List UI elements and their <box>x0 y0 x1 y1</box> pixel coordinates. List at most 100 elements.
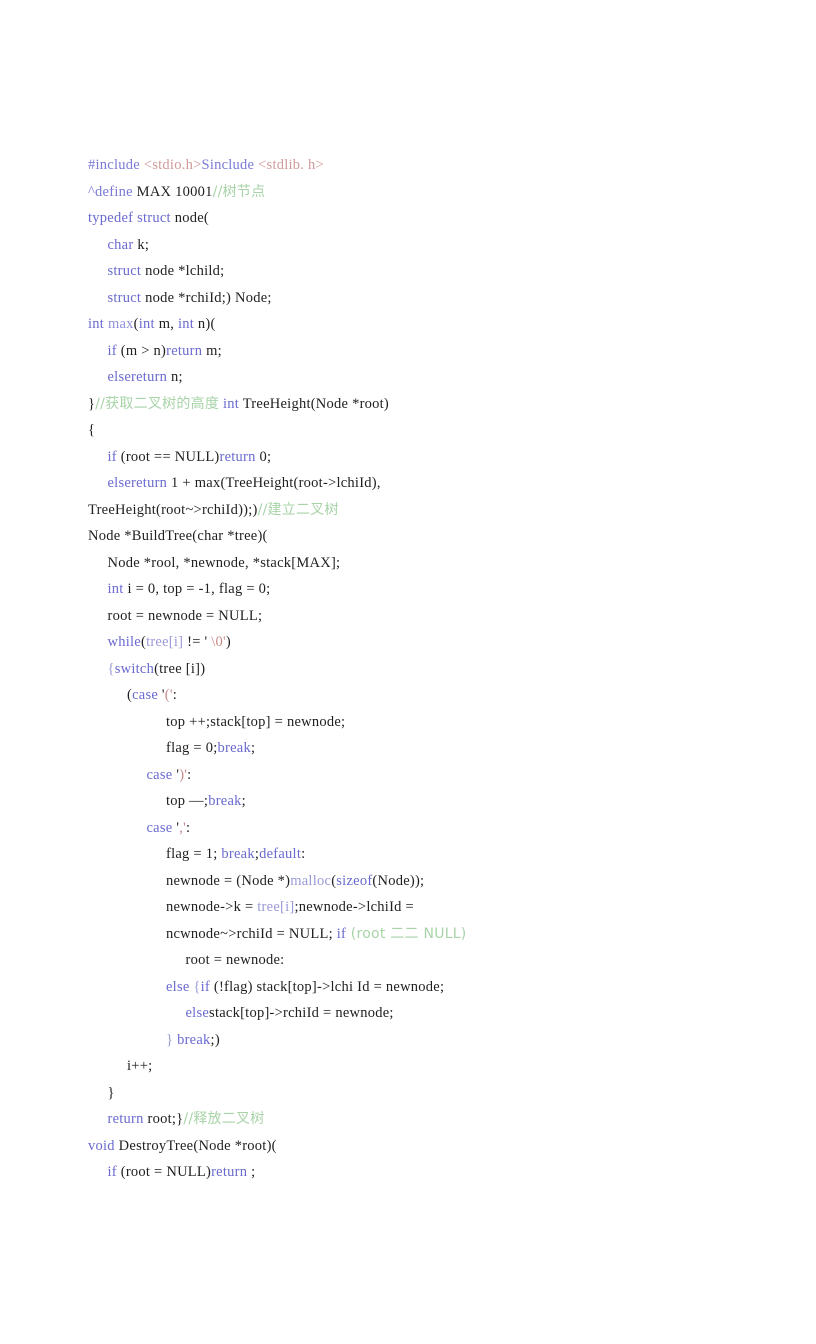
code-token-plain: ; <box>250 740 256 756</box>
code-token-plain: root;} <box>143 1111 184 1127</box>
code-line: { <box>88 417 748 444</box>
code-token-plain: (root 二二 NULL) <box>346 925 467 942</box>
code-token-punct: malloc <box>290 872 332 889</box>
code-token-comment: //建立二叉树 <box>257 501 339 518</box>
code-token-plain: Node *BuildTree(char *tree)( <box>88 528 268 544</box>
code-token-keyword: return <box>166 342 203 359</box>
code-token-keyword: return <box>211 1164 248 1180</box>
code-token-plain: (!flag) stack[top]->lchi Id = newnode; <box>210 978 445 995</box>
code-token-keyword: elsereturn <box>107 475 168 491</box>
code-token-plain: ; <box>241 793 246 809</box>
code-token-plain: newnode->k = <box>166 899 258 915</box>
code-token-keyword: if <box>107 342 117 359</box>
code-token-plain: ;) <box>210 1031 220 1048</box>
code-token-plain: DestroyTree(Node *root)( <box>114 1137 277 1154</box>
code-token-plain: node( <box>170 210 209 226</box>
code-token-plain: node *lchild; <box>141 263 225 279</box>
code-line: elsestack[top]->rchiId = newnode; <box>88 1000 748 1027</box>
code-line: {switch(tree [i]) <box>88 656 748 683</box>
code-token-plain: : <box>172 687 178 703</box>
code-token-plain: newnode = (Node *) <box>166 872 291 889</box>
code-line: } <box>88 1080 748 1107</box>
code-token-plain: m, <box>154 316 178 332</box>
code-token-string: ,' <box>179 819 186 836</box>
code-token-plain: stack[top]->rchiId = newnode; <box>209 1005 394 1021</box>
code-token-keyword: elsereturn <box>107 369 168 385</box>
code-token-plain: MAX 10001 <box>132 183 213 200</box>
code-token-keyword: if <box>336 925 347 942</box>
code-token-plain: 0; <box>255 448 272 465</box>
code-token-keyword: int <box>107 581 124 597</box>
code-line: top —;break; <box>88 788 748 815</box>
code-line: case ')': <box>88 762 748 789</box>
code-line: void DestroyTree(Node *root)( <box>88 1133 748 1160</box>
code-token-plain: TreeHeight(Node *root) <box>239 395 390 412</box>
code-line: top ++;stack[top] = newnode; <box>88 709 748 736</box>
code-token-plain: ' <box>158 687 165 703</box>
code-line: flag = 0;break; <box>88 735 748 762</box>
code-token-plain: } <box>107 1084 115 1101</box>
code-token-plain: flag = 1; <box>166 846 222 862</box>
code-token-punct: tree[i] <box>257 899 295 915</box>
code-token-plain: i = 0, top = -1, flag = 0; <box>123 581 271 597</box>
code-token-punct: } <box>166 1031 178 1048</box>
code-token-keyword: else <box>185 1005 210 1021</box>
code-token-comment: //获取二叉树的高度 <box>95 395 220 412</box>
code-token-plain: flag = 0; <box>166 740 218 756</box>
code-token-plain: (root == NULL) <box>116 448 220 465</box>
code-line: ncwnode~>rchiId = NULL; if (root 二二 NULL… <box>88 921 748 948</box>
code-token-plain: ;newnode->lchiId = <box>294 899 414 915</box>
code-line: int i = 0, top = -1, flag = 0; <box>88 576 748 603</box>
code-token-plain: Node *rool, *newnode, *stack[MAX]; <box>107 554 341 571</box>
code-token-keyword: char <box>107 236 134 253</box>
code-token-plain: (root = NULL) <box>116 1164 212 1180</box>
code-line: elsereturn 1 + max(TreeHeight(root->lchi… <box>88 470 748 497</box>
code-token-keyword: struct <box>137 210 171 226</box>
code-token-keyword: if <box>200 978 210 995</box>
code-token-keyword: return <box>107 1111 144 1127</box>
code-token-keyword: break <box>221 846 255 862</box>
code-token-plain: 1 + max(TreeHeight(root->lchiId), <box>167 475 381 491</box>
code-token-preproc: ^define <box>88 183 133 200</box>
code-token-keyword: void <box>88 1137 115 1154</box>
code-token-keyword: return <box>219 448 256 465</box>
code-token-keyword: break <box>217 740 251 756</box>
code-line: if (root = NULL)return ; <box>88 1159 748 1186</box>
code-token-keyword: case <box>132 687 159 703</box>
code-line: }//获取二叉树的高度 int TreeHeight(Node *root) <box>88 391 748 418</box>
code-token-comment: //释放二叉树 <box>183 1111 265 1127</box>
code-line: case ',': <box>88 815 748 842</box>
code-token-keyword: if <box>107 1164 117 1180</box>
code-token-plain: : <box>301 846 306 862</box>
code-line: char k; <box>88 232 748 259</box>
code-token-punct: { <box>189 978 201 995</box>
code-line: root = newnode: <box>88 947 748 974</box>
code-token-punct: tree[i] <box>146 634 184 650</box>
code-line: i++; <box>88 1053 748 1080</box>
code-line: typedef struct node( <box>88 205 748 232</box>
code-line: root = newnode = NULL; <box>88 603 748 630</box>
code-line: newnode = (Node *)malloc(sizeof(Node)); <box>88 868 748 895</box>
code-token-string: )' <box>179 766 188 783</box>
code-token-plain: top —; <box>166 793 209 809</box>
code-token-keyword: case <box>146 766 173 783</box>
code-token-plain: n; <box>167 369 183 385</box>
code-token-func: max <box>107 316 134 332</box>
code-line: (case '(': <box>88 682 748 709</box>
code-line: Node *rool, *newnode, *stack[MAX]; <box>88 550 748 577</box>
code-token-plain: (m > n) <box>116 342 167 359</box>
code-line: if (m > n)return m; <box>88 338 748 365</box>
code-token-plain: TreeHeight(root~>rchiId));) <box>88 501 258 518</box>
code-line: while(tree[i] != ' \0') <box>88 629 748 656</box>
code-listing: #include <stdio.h>Sinclude <stdlib. h> ^d… <box>88 152 748 1186</box>
code-token-keyword: switch <box>114 660 155 677</box>
code-line: if (root == NULL)return 0; <box>88 444 748 471</box>
code-line: struct node *rchiId;) Node; <box>88 285 748 312</box>
code-token-plain: (tree [i]) <box>154 660 206 677</box>
code-token-plain: top ++;stack[top] = newnode; <box>166 713 346 730</box>
code-token-string: (' <box>164 687 173 703</box>
code-token-keyword: int <box>177 316 195 332</box>
code-line: else {if (!flag) stack[top]->lchi Id = n… <box>88 974 748 1001</box>
code-line: TreeHeight(root~>rchiId));)//建立二叉树 <box>88 497 748 524</box>
code-token-plain: root = newnode: <box>185 952 285 968</box>
